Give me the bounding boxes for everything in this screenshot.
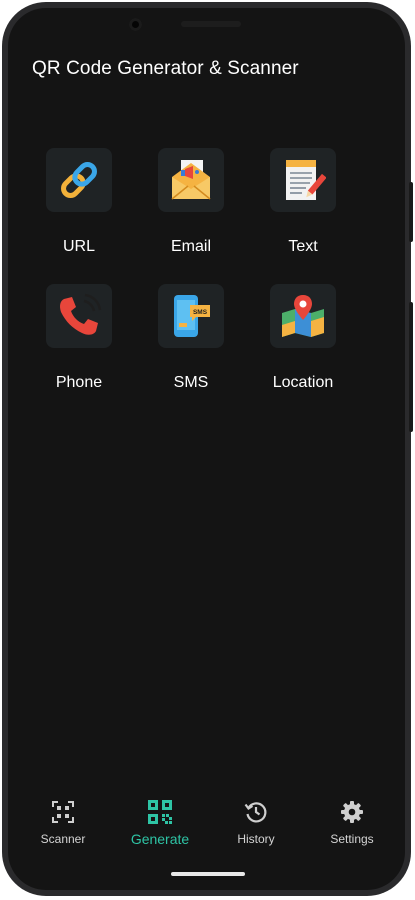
generate-text-tile[interactable]: Text <box>247 148 359 256</box>
tile-icon-box: SMS <box>158 284 224 348</box>
tile-label: URL <box>62 238 95 255</box>
tile-label: Location <box>272 374 334 391</box>
generate-location-tile[interactable]: Location <box>247 284 359 392</box>
tile-icon-box <box>158 148 224 212</box>
nav-label: Scanner <box>40 832 86 846</box>
nav-label: Settings <box>330 832 374 846</box>
nav-generate[interactable]: Generate <box>112 798 208 847</box>
nav-label: Generate <box>130 831 190 847</box>
tile-icon-box <box>46 284 112 348</box>
home-indicator[interactable] <box>171 872 245 876</box>
generate-email-tile[interactable]: Email <box>135 148 247 256</box>
front-camera <box>129 18 142 31</box>
tile-icon-box <box>270 148 336 212</box>
svg-text:SMS: SMS <box>193 309 208 316</box>
map-pin-icon <box>282 295 324 337</box>
nav-settings[interactable]: Settings <box>304 798 400 846</box>
qr-code-icon <box>148 800 172 824</box>
generate-sms-tile[interactable]: SMS SMS <box>135 284 247 392</box>
tile-icon-box <box>46 148 112 212</box>
email-envelope-icon <box>171 160 211 200</box>
notepad-pencil-icon <box>286 160 326 200</box>
bottom-navigation: Scanner Generate History Settings <box>8 798 405 858</box>
tile-icon-box <box>270 284 336 348</box>
tile-label: Text <box>288 238 318 255</box>
app-screen: QR Code Generator & Scanner URL Email Te… <box>8 8 405 890</box>
generate-phone-tile[interactable]: Phone <box>23 284 135 392</box>
phone-frame: QR Code Generator & Scanner URL Email Te… <box>2 2 413 896</box>
generate-url-tile[interactable]: URL <box>23 148 135 256</box>
power-button <box>409 302 413 432</box>
tile-label: Email <box>170 238 211 255</box>
gear-icon <box>341 801 363 823</box>
link-icon <box>61 162 97 198</box>
nav-scanner[interactable]: Scanner <box>15 798 111 846</box>
sms-phone-icon: SMS <box>174 295 210 337</box>
tile-label: Phone <box>55 374 103 391</box>
phone-ringing-icon <box>60 293 102 335</box>
nav-history[interactable]: History <box>208 798 304 846</box>
earpiece-speaker <box>181 21 241 27</box>
history-icon <box>244 802 267 823</box>
tile-label: SMS <box>173 374 209 391</box>
app-title: QR Code Generator & Scanner <box>32 58 299 79</box>
volume-button <box>409 182 413 242</box>
qr-scan-icon <box>52 801 74 823</box>
nav-label: History <box>237 832 275 846</box>
